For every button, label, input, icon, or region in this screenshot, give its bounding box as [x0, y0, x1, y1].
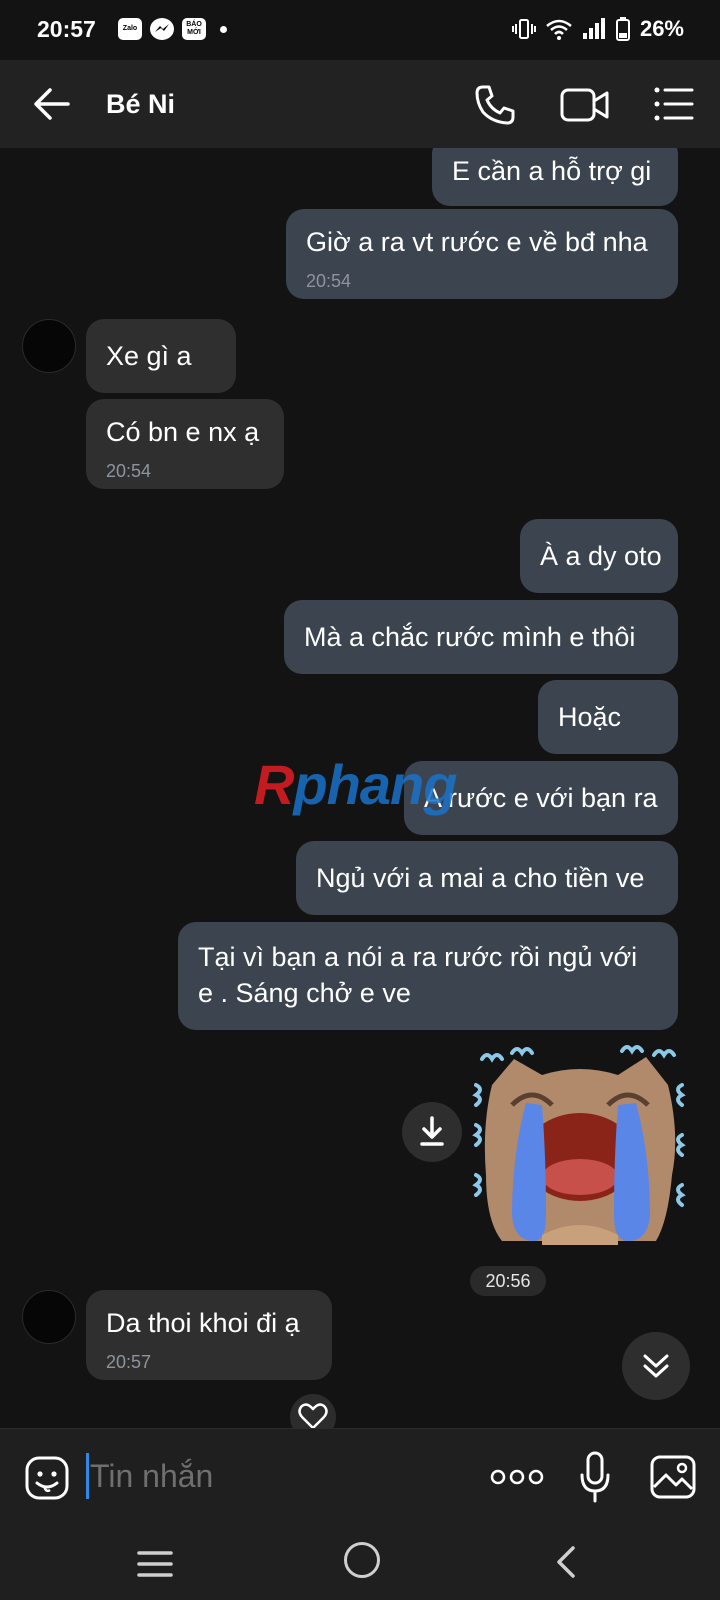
- contact-avatar[interactable]: [22, 319, 76, 373]
- system-back-button[interactable]: [554, 1544, 578, 1580]
- crying-cat-sticker[interactable]: [472, 1045, 690, 1257]
- recents-icon: [137, 1551, 173, 1577]
- three-dots-icon: [490, 1469, 544, 1485]
- battery-icon: [615, 17, 630, 41]
- download-sticker-button[interactable]: [402, 1102, 462, 1162]
- arrow-left-icon: [34, 88, 70, 120]
- wifi-icon: [546, 19, 572, 40]
- list-menu-icon: [654, 87, 694, 121]
- message-bubble-outgoing[interactable]: Tại vì bạn a nói a ra rước rồi ngủ với e…: [178, 922, 678, 1030]
- watermark-logo: Rphang: [254, 753, 457, 816]
- chat-options-button[interactable]: [654, 86, 694, 122]
- chat-header: Bé Ni: [0, 60, 720, 148]
- phone-icon: [475, 85, 515, 125]
- message-text: Hoặc: [558, 702, 622, 732]
- message-text: Có bn e nx ạ: [106, 417, 260, 447]
- scroll-to-bottom-button[interactable]: [622, 1332, 690, 1400]
- contact-name[interactable]: Bé Ni: [106, 89, 175, 120]
- message-time: 20:57: [106, 1352, 152, 1372]
- chevron-left-icon: [557, 1546, 575, 1578]
- message-list[interactable]: E cần a hỗ trợ gi Giờ a ra vt rước e về …: [0, 148, 720, 1428]
- message-text: e . Sáng chở e ve: [198, 978, 411, 1008]
- message-text: Mà a chắc rước mình e thôi: [304, 622, 636, 652]
- zalo-notification-icon: Zalo: [118, 18, 142, 40]
- message-bubble-outgoing[interactable]: À a dy oto: [520, 519, 678, 593]
- back-button[interactable]: [30, 84, 74, 124]
- message-bubble-outgoing[interactable]: Giờ a ra vt rước e về bđ nha 20:54: [286, 209, 678, 299]
- image-gallery-icon: [650, 1455, 696, 1499]
- send-image-button[interactable]: [650, 1455, 696, 1499]
- emoji-sticker-button[interactable]: [24, 1455, 70, 1501]
- message-bubble-incoming[interactable]: Có bn e nx ạ 20:54: [86, 399, 284, 489]
- message-time: 20:54: [306, 271, 352, 291]
- message-bubble-incoming[interactable]: Xe gì a: [86, 319, 236, 393]
- message-text: Ngủ với a mai a cho tiền ve: [316, 863, 645, 893]
- sticker-time: 20:56: [470, 1266, 546, 1296]
- battery-percent: 26%: [639, 16, 684, 41]
- status-bar: 20:57 Zalo BÁO MỚI 26%: [0, 0, 720, 60]
- message-text: À a dy oto: [540, 541, 662, 571]
- voice-call-button[interactable]: [474, 84, 516, 126]
- more-notifications-dot-icon: [220, 25, 227, 33]
- message-bubble-incoming[interactable]: Da thoi khoi đi ạ 20:57: [86, 1290, 332, 1380]
- heart-icon: [298, 1403, 328, 1428]
- message-bubble-outgoing[interactable]: Mà a chắc rước mình e thôi: [284, 600, 678, 674]
- video-call-button[interactable]: [560, 86, 610, 124]
- message-text: Tại vì bạn a nói a ra rước rồi ngủ với: [198, 942, 638, 972]
- status-time: 20:57: [37, 16, 96, 42]
- message-bubble-outgoing[interactable]: E cần a hỗ trợ gi: [432, 148, 678, 206]
- video-camera-icon: [560, 88, 609, 122]
- more-options-button[interactable]: [490, 1465, 544, 1489]
- smiley-face-icon: [25, 1456, 69, 1500]
- baomoi-notification-icon: BÁO MỚI: [182, 18, 206, 40]
- message-composer: [0, 1428, 720, 1529]
- message-text: Giờ a ra vt rước e về bđ nha: [306, 227, 648, 257]
- home-button[interactable]: [344, 1542, 380, 1578]
- message-input[interactable]: [90, 1449, 450, 1503]
- text-caret: [86, 1453, 89, 1499]
- system-indicators: 26%: [511, 16, 684, 42]
- message-bubble-outgoing[interactable]: Ngủ với a mai a cho tiền ve: [296, 841, 678, 915]
- message-time: 20:54: [106, 461, 152, 481]
- message-text: E cần a hỗ trợ gi: [452, 156, 652, 186]
- react-heart-button[interactable]: [288, 1392, 338, 1428]
- signal-icon: [582, 18, 605, 39]
- download-icon: [420, 1116, 444, 1146]
- notification-icons: Zalo BÁO MỚI: [118, 18, 227, 40]
- message-text: Xe gì a: [106, 341, 192, 371]
- message-bubble-outgoing[interactable]: Hoặc: [538, 680, 678, 754]
- voice-message-button[interactable]: [578, 1451, 612, 1503]
- recent-apps-button[interactable]: [137, 1548, 173, 1580]
- vibrate-icon: [511, 19, 536, 39]
- contact-avatar[interactable]: [22, 1290, 76, 1344]
- double-chevron-down-icon: [643, 1354, 669, 1378]
- system-navigation-bar: [0, 1528, 720, 1600]
- microphone-icon: [580, 1451, 610, 1503]
- message-text: A rước e với bạn ra: [424, 783, 658, 813]
- message-text: Da thoi khoi đi ạ: [106, 1308, 300, 1338]
- messenger-notification-icon: [150, 18, 174, 40]
